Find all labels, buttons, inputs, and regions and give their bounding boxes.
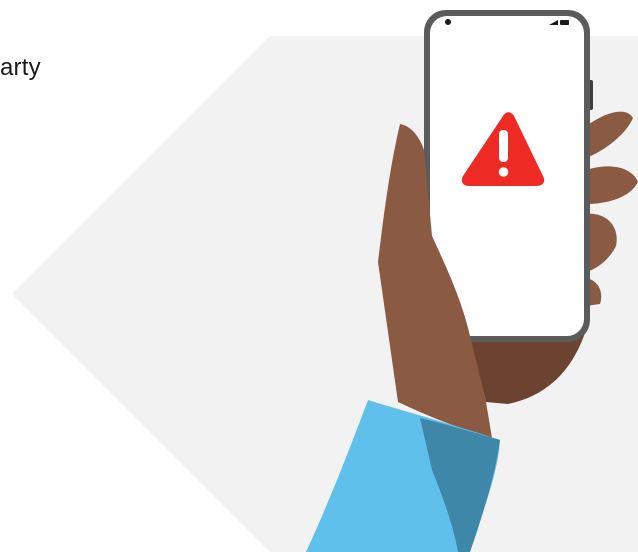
phone-alert-illustration	[12, 10, 638, 552]
battery-icon	[560, 20, 569, 25]
camera-dot-icon	[445, 19, 451, 25]
page-canvas: arty	[0, 0, 638, 552]
